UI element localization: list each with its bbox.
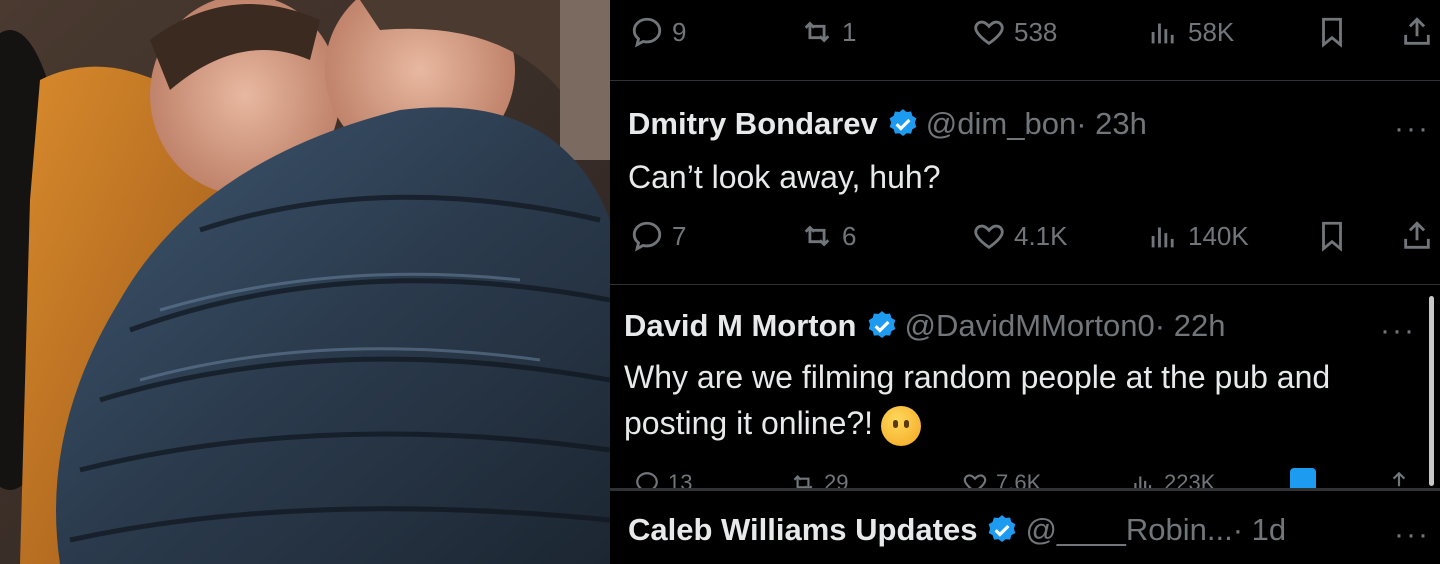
share-button[interactable]	[1400, 219, 1434, 253]
bookmark-button[interactable]	[1315, 219, 1349, 253]
verified-badge-icon	[889, 109, 917, 137]
reply-button[interactable]: 7	[630, 219, 686, 253]
repost-count: 6	[842, 220, 857, 251]
reply-count: 13	[668, 470, 693, 488]
verified-badge-icon	[989, 515, 1016, 543]
reply-icon	[636, 472, 658, 488]
tweet-actions: 13 29 7.6K 223K	[610, 466, 1440, 488]
views-button[interactable]: 140K	[1146, 219, 1249, 253]
author-handle[interactable]: @dim_bon	[926, 106, 1076, 142]
repost-icon	[804, 225, 830, 247]
reply-button[interactable]: 13	[634, 470, 692, 488]
share-button[interactable]	[1386, 470, 1412, 488]
author-name[interactable]: Caleb Williams Updates	[628, 512, 977, 548]
embedded-photo[interactable]	[0, 0, 610, 564]
views-icon	[1134, 476, 1152, 488]
divider	[610, 284, 1440, 285]
author-handle[interactable]: @DavidMMorton0	[905, 308, 1155, 344]
tweet-text: Why are we filming random people at the …	[624, 354, 1330, 446]
reply-icon	[632, 221, 662, 252]
reply-button[interactable]: 9	[630, 15, 686, 49]
tweet-text-line: Why are we filming random people at the …	[624, 359, 1331, 395]
tweet-header: Caleb Williams Updates @____Robin... · 1…	[628, 512, 1286, 548]
share-icon	[1392, 471, 1406, 487]
heart-icon	[963, 474, 987, 488]
bookmark-icon[interactable]	[1290, 468, 1316, 488]
views-count: 58K	[1188, 16, 1235, 47]
timestamp[interactable]: · 1d	[1233, 512, 1286, 548]
author-name[interactable]: David M Morton	[624, 308, 857, 344]
reply-count: 7	[672, 220, 687, 251]
scrollbar[interactable]	[1429, 296, 1434, 486]
author-handle[interactable]: @____Robin...	[1025, 512, 1232, 548]
bookmark-icon	[1322, 221, 1342, 252]
more-options-icon[interactable]: ···	[1380, 314, 1416, 348]
thinking-face-icon	[881, 405, 922, 446]
share-icon	[1404, 221, 1430, 249]
share-button[interactable]	[1400, 15, 1434, 49]
like-button[interactable]: 4.1K	[972, 219, 1068, 253]
like-count: 7.6K	[996, 470, 1042, 488]
views-count: 223K	[1164, 470, 1216, 488]
reply-icon	[632, 17, 662, 48]
tweet-feed[interactable]: 9 1 538 58K Dmitry Bondarev @dim_bon · 2…	[610, 0, 1440, 564]
repost-icon	[793, 474, 813, 488]
reply-count: 9	[672, 16, 687, 47]
tweet-actions: 9 1 538 58K	[610, 8, 1440, 56]
repost-count: 29	[824, 470, 849, 488]
verified-badge-icon	[868, 311, 895, 339]
share-icon	[1404, 17, 1430, 45]
tweet-text-line: posting it online?!	[624, 405, 874, 441]
views-button[interactable]: 223K	[1130, 470, 1215, 488]
views-icon	[1151, 23, 1174, 44]
views-count: 140K	[1188, 220, 1249, 251]
photo-illustration	[0, 0, 610, 564]
bookmark-button[interactable]	[1315, 15, 1349, 49]
repost-button[interactable]: 6	[800, 219, 856, 253]
divider	[610, 80, 1440, 81]
views-button[interactable]: 58K	[1146, 15, 1234, 49]
tweet-text: Can’t look away, huh?	[628, 159, 941, 195]
repost-icon	[804, 21, 830, 43]
bookmark-icon	[1322, 17, 1342, 48]
tweet-text-line-2: posting it online?!	[624, 400, 1330, 446]
repost-button[interactable]: 29	[790, 470, 848, 488]
timestamp[interactable]: · 22h	[1155, 308, 1226, 344]
like-button[interactable]: 538	[972, 15, 1057, 49]
author-name[interactable]: Dmitry Bondarev	[628, 106, 878, 142]
heart-icon	[974, 224, 1004, 250]
repost-button[interactable]: 1	[800, 15, 856, 49]
like-count: 538	[1014, 16, 1058, 47]
like-button[interactable]: 7.6K	[962, 470, 1041, 488]
more-options-icon[interactable]: ···	[1394, 518, 1430, 552]
tweet-actions: 7 6 4.1K 140K	[610, 212, 1440, 260]
tweet-header: David M Morton @DavidMMorton0 · 22h	[624, 308, 1225, 344]
more-options-icon[interactable]: ···	[1394, 112, 1430, 146]
heart-icon	[974, 20, 1004, 46]
views-icon	[1151, 227, 1174, 248]
timestamp[interactable]: · 23h	[1076, 106, 1147, 142]
tweet-header: Dmitry Bondarev @dim_bon · 23h	[628, 106, 1147, 142]
divider	[610, 488, 1440, 491]
repost-count: 1	[842, 16, 857, 47]
like-count: 4.1K	[1014, 220, 1068, 251]
